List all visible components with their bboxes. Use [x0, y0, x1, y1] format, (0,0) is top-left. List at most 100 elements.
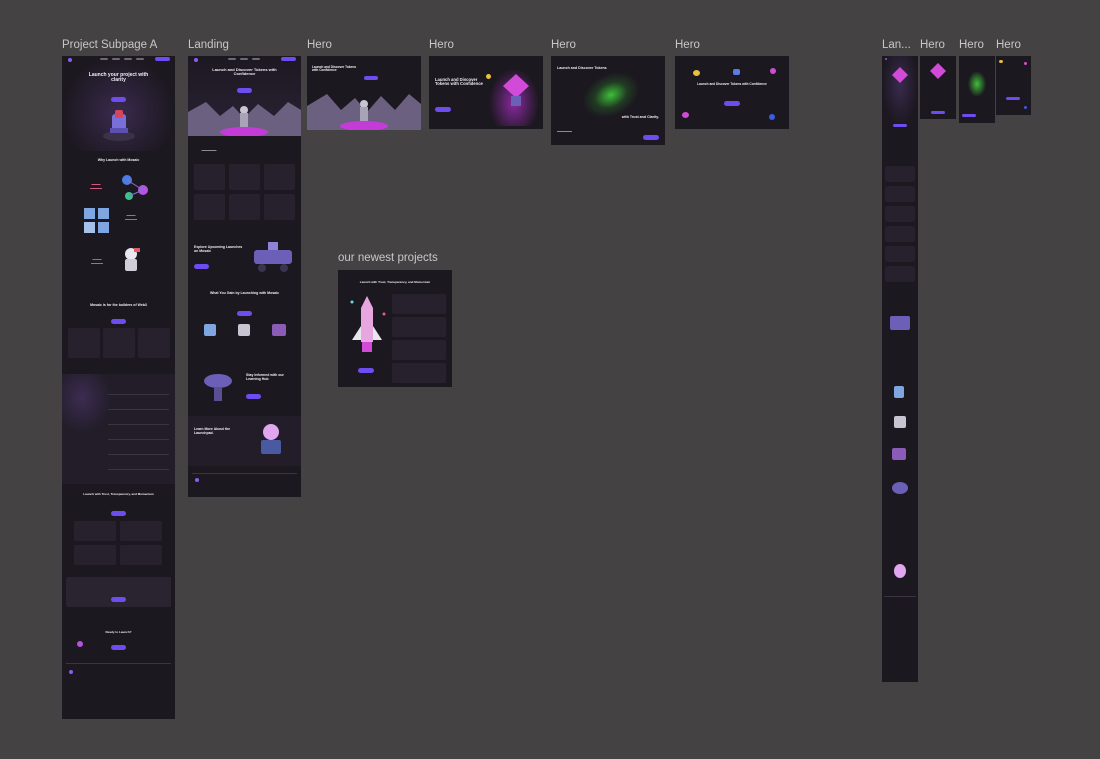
frame-mobile-hero-3[interactable]: [996, 56, 1031, 115]
hero-cta-button[interactable]: [237, 88, 252, 93]
footer-logo-icon: [195, 478, 199, 482]
intro-text: ▬▬▬▬▬: [201, 148, 217, 152]
nav-cta-button[interactable]: [155, 57, 170, 61]
why-section-title: Why Launch with Mosaic: [97, 158, 140, 162]
hero-title: Launch and Discover Tokens with Confiden…: [697, 82, 767, 86]
gem-tower-illustration-icon: [892, 67, 908, 83]
nav-link[interactable]: [100, 58, 108, 60]
coin-icon: [999, 60, 1003, 63]
nav-bar: [62, 56, 175, 64]
hero-cta-button[interactable]: [1006, 97, 1020, 100]
hero-cta-button[interactable]: [893, 124, 907, 127]
project-card[interactable]: [392, 340, 446, 360]
hero-cta-button[interactable]: [724, 101, 740, 106]
builders-cta-button[interactable]: [111, 319, 126, 324]
feature-card: [264, 164, 295, 190]
nodes-illustration-icon: [122, 175, 148, 200]
frame-label-hero-1[interactable]: Hero: [307, 39, 332, 51]
frame-label-mobile-hero-3[interactable]: Hero: [996, 39, 1021, 51]
frame-mobile-hero-2[interactable]: [959, 56, 995, 123]
feature-card: [138, 328, 170, 358]
informed-cta-button[interactable]: [246, 394, 261, 399]
frame-label-hero-4[interactable]: Hero: [675, 39, 700, 51]
rocket-illustration-icon: [103, 110, 135, 141]
newsletter-button[interactable]: [111, 597, 126, 602]
hero-title: Launch and Discover Tokens with Confiden…: [312, 65, 357, 73]
feature-card: [264, 194, 295, 220]
frame-landing[interactable]: Launch and Discover Tokens with Confiden…: [188, 56, 301, 497]
feature-card: [194, 194, 225, 220]
launch-title: Launch with Trust, Transparency, and Mom…: [83, 492, 154, 496]
hero-cta-button[interactable]: [643, 135, 659, 140]
faq-divider: [108, 454, 169, 455]
frame-mobile-landing[interactable]: [882, 56, 918, 682]
nav-link[interactable]: [112, 58, 120, 60]
nav-link[interactable]: [228, 58, 236, 60]
green-glow: [967, 70, 987, 98]
feature-card: [68, 328, 100, 358]
nav-link[interactable]: [240, 58, 248, 60]
feature-text: ▬▬▬ ▬▬▬▬: [90, 182, 102, 190]
satellite-dish-icon: [892, 482, 908, 494]
explore-cta-button[interactable]: [194, 264, 209, 269]
feature-card: [885, 246, 915, 262]
project-card[interactable]: [392, 317, 446, 337]
footer-divider: [884, 596, 916, 597]
robot-icon: [894, 416, 906, 428]
frame-hero-2[interactable]: Launch and Discover Tokens with Confiden…: [429, 56, 543, 129]
project-card[interactable]: [392, 294, 446, 314]
frame-hero-4[interactable]: Launch and Discover Tokens with Confiden…: [675, 56, 789, 129]
hero-cta-button[interactable]: [962, 114, 976, 117]
frame-hero-3[interactable]: Launch and Discover Tokens with Trust an…: [551, 56, 665, 145]
newsletter-card: [66, 577, 171, 607]
hero-cta-button[interactable]: [931, 111, 945, 114]
space-shuttle-illustration-icon: [350, 296, 386, 352]
builders-title: Mosaic is for the builders of Web3: [90, 303, 147, 307]
hero-cta-button[interactable]: [435, 107, 451, 112]
frame-project-subpage-a[interactable]: Launch your project with clarity Why Lau…: [62, 56, 175, 719]
hero-title: Launch and Discover Tokens: [557, 66, 607, 70]
coin-icon: [486, 74, 491, 79]
coin-icon: [693, 70, 700, 76]
feature-card: [229, 194, 260, 220]
frame-label-landing[interactable]: Landing: [188, 39, 229, 51]
frame-label-hero-2[interactable]: Hero: [429, 39, 454, 51]
launch-card: [74, 545, 116, 565]
frame-label-newest-projects[interactable]: our newest projects: [338, 252, 438, 264]
frame-label-mobile-landing[interactable]: Lan...: [882, 39, 911, 51]
launch-cta-button[interactable]: [111, 511, 126, 516]
robot-orb-icon: [894, 564, 906, 578]
newest-cta-button[interactable]: [358, 368, 374, 373]
frame-newest-projects[interactable]: Launch with Trust, Transparency, and Mom…: [338, 270, 452, 387]
nav-link[interactable]: [252, 58, 260, 60]
faq-divider: [108, 424, 169, 425]
project-card[interactable]: [392, 363, 446, 383]
faq-glow: [62, 374, 112, 434]
launch-card: [120, 521, 162, 541]
frame-hero-1[interactable]: Launch and Discover Tokens with Confiden…: [307, 56, 421, 130]
crystal-icon: [1024, 106, 1027, 109]
frame-label-mobile-hero-1[interactable]: Hero: [920, 39, 945, 51]
nav-link[interactable]: [136, 58, 144, 60]
feature-card: [885, 226, 915, 242]
orb-icon: [77, 641, 83, 647]
hero-cta-button[interactable]: [364, 76, 378, 80]
gem-icon: [770, 68, 776, 74]
frame-label-mobile-hero-2[interactable]: Hero: [959, 39, 984, 51]
document-icon: [894, 386, 904, 398]
nav-cta-button[interactable]: [281, 57, 296, 61]
satellite-dish-illustration-icon: [204, 374, 232, 401]
gem-icon: [682, 112, 689, 118]
hero-cta-button[interactable]: [111, 97, 126, 102]
frame-label-hero-3[interactable]: Hero: [551, 39, 576, 51]
robot-icon: [238, 324, 250, 336]
ready-cta-button[interactable]: [111, 645, 126, 650]
rover-icon: [890, 316, 910, 330]
monitor-icon: [892, 448, 906, 460]
astronaut-illustration-icon: [125, 248, 140, 271]
frame-mobile-hero-1[interactable]: [920, 56, 956, 119]
nav-bar: [188, 56, 301, 64]
frame-label-project-subpage-a[interactable]: Project Subpage A: [62, 39, 157, 51]
solving-cta-button[interactable]: [237, 311, 252, 316]
nav-link[interactable]: [124, 58, 132, 60]
